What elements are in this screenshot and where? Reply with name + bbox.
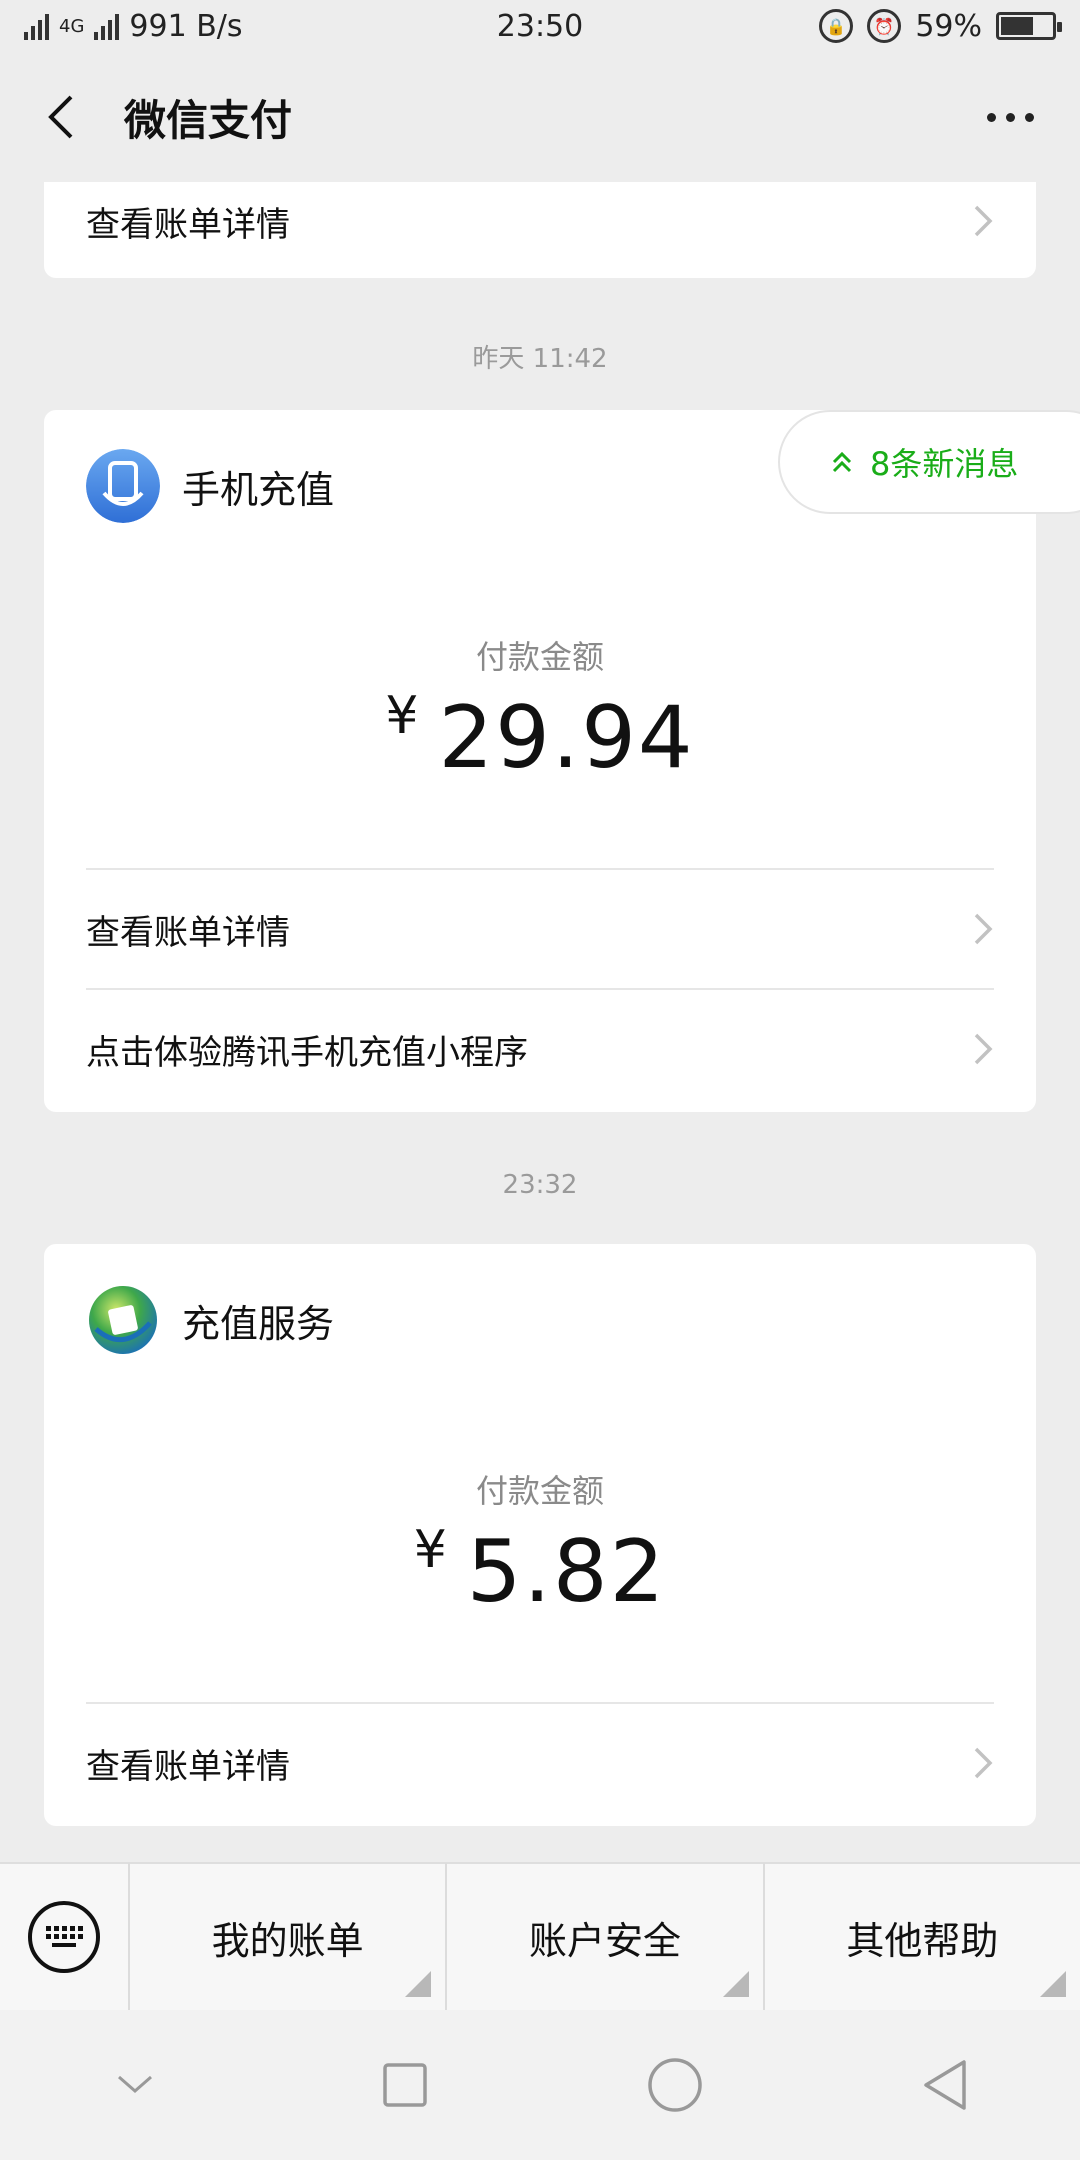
screen: 4G 991 B/s 23:50 🔒 ⏰ 59% 微信支付 查看账单详情 昨天 …	[0, 0, 1080, 2160]
status-left: 4G 991 B/s	[24, 9, 243, 44]
triangle-back-icon	[924, 2060, 966, 2110]
phone-recharge-icon	[86, 449, 160, 523]
nav-recents-button[interactable]	[365, 2045, 445, 2125]
chevron-right-icon	[972, 911, 994, 947]
recharge-service-icon	[89, 1286, 157, 1354]
square-icon	[383, 2063, 427, 2107]
submenu-indicator-icon	[722, 1971, 749, 1997]
submenu-indicator-icon	[1039, 1971, 1066, 1997]
more-button[interactable]	[977, 103, 1044, 132]
amount-number: 29.94	[438, 688, 695, 788]
status-bar: 4G 991 B/s 23:50 🔒 ⏰ 59%	[0, 0, 1080, 52]
alarm-icon: ⏰	[867, 9, 902, 43]
amount-block: 付款金额 ¥29.94	[44, 562, 1036, 868]
nav-back-button[interactable]	[905, 2045, 985, 2125]
status-right: 🔒 ⏰ 59%	[819, 8, 1062, 44]
back-arrow-icon	[48, 95, 73, 139]
bottom-menu: 我的账单 账户安全 其他帮助	[0, 1862, 1080, 2011]
new-messages-label: 8条新消息	[870, 445, 1019, 483]
rotation-lock-icon: 🔒	[819, 9, 854, 43]
page-title: 微信支付	[124, 95, 293, 145]
chevron-right-icon	[972, 1745, 994, 1781]
battery-percent: 59%	[915, 8, 982, 44]
menu-other-help[interactable]: 其他帮助	[765, 1863, 1080, 2011]
link-label: 查看账单详情	[86, 1746, 290, 1787]
message-timestamp: 23:32	[502, 1170, 578, 1200]
app-name: 充值服务	[182, 1301, 335, 1346]
nav-hide-button[interactable]	[95, 2045, 175, 2125]
battery-fill	[1001, 17, 1033, 35]
link-label: 点击体验腾讯手机充值小程序	[86, 1032, 528, 1073]
menu-account-security[interactable]: 账户安全	[447, 1863, 765, 2011]
more-dot-icon	[987, 112, 996, 122]
bill-detail-link[interactable]: 查看账单详情	[86, 868, 994, 988]
menu-label: 其他帮助	[846, 1918, 999, 1963]
amount-label: 付款金额	[475, 638, 604, 676]
previous-card: 查看账单详情	[44, 182, 1036, 278]
link-label: 查看账单详情	[86, 204, 290, 245]
bill-detail-link[interactable]: 查看账单详情	[86, 1702, 994, 1822]
amount-value: ¥29.94	[44, 686, 1036, 788]
signal-icon	[24, 12, 49, 40]
new-messages-button[interactable]: 8条新消息	[778, 410, 1080, 514]
message-list[interactable]: 查看账单详情 昨天 11:42 手机充值 付款金额 ¥ 29.94 查看账单详情…	[0, 182, 1080, 1862]
battery-icon	[996, 12, 1062, 40]
chevron-right-icon	[972, 1031, 994, 1067]
payment-card: 充值服务 付款金额 ¥5.82 查看账单详情	[44, 1244, 1036, 1826]
payment-card: 手机充值 付款金额 ¥29.94 查看账单详情 点击体验腾讯手机充值小程序	[44, 410, 1036, 1112]
bill-detail-link[interactable]: 查看账单详情	[86, 182, 994, 278]
currency-symbol: ¥	[385, 686, 421, 746]
amount-number: 5.82	[466, 1522, 667, 1622]
menu-label: 账户安全	[528, 1918, 681, 1963]
title-bar: 微信支付	[0, 52, 1080, 182]
keyboard-toggle-button[interactable]	[0, 1863, 130, 2011]
chevron-right-icon	[972, 203, 994, 239]
nav-home-button[interactable]	[635, 2045, 715, 2125]
chevron-down-icon	[118, 2075, 152, 2093]
amount-value: ¥5.82	[44, 1520, 1036, 1622]
amount-label: 付款金额	[475, 1472, 604, 1510]
keyboard-icon	[28, 1901, 100, 1973]
mini-program-link[interactable]: 点击体验腾讯手机充值小程序	[86, 988, 994, 1108]
circle-icon	[648, 2058, 702, 2112]
more-dot-icon	[1025, 112, 1034, 122]
message-timestamp: 昨天 11:42	[472, 344, 608, 374]
card-header: 充值服务	[44, 1244, 1036, 1396]
more-dot-icon	[1006, 112, 1015, 122]
amount-block: 付款金额 ¥5.82	[44, 1396, 1036, 1702]
app-name: 手机充值	[182, 467, 335, 512]
network-type: 4G	[59, 15, 85, 37]
submenu-indicator-icon	[405, 1971, 432, 1997]
menu-label: 我的账单	[211, 1918, 364, 1963]
link-label: 查看账单详情	[86, 912, 290, 953]
double-chevron-up-icon	[832, 451, 852, 473]
signal-2-icon	[94, 12, 120, 40]
menu-my-bills[interactable]: 我的账单	[130, 1863, 448, 2011]
system-nav-bar	[0, 2010, 1080, 2160]
back-button[interactable]	[36, 93, 84, 141]
network-speed: 991 B/s	[129, 8, 243, 44]
currency-symbol: ¥	[413, 1520, 449, 1580]
